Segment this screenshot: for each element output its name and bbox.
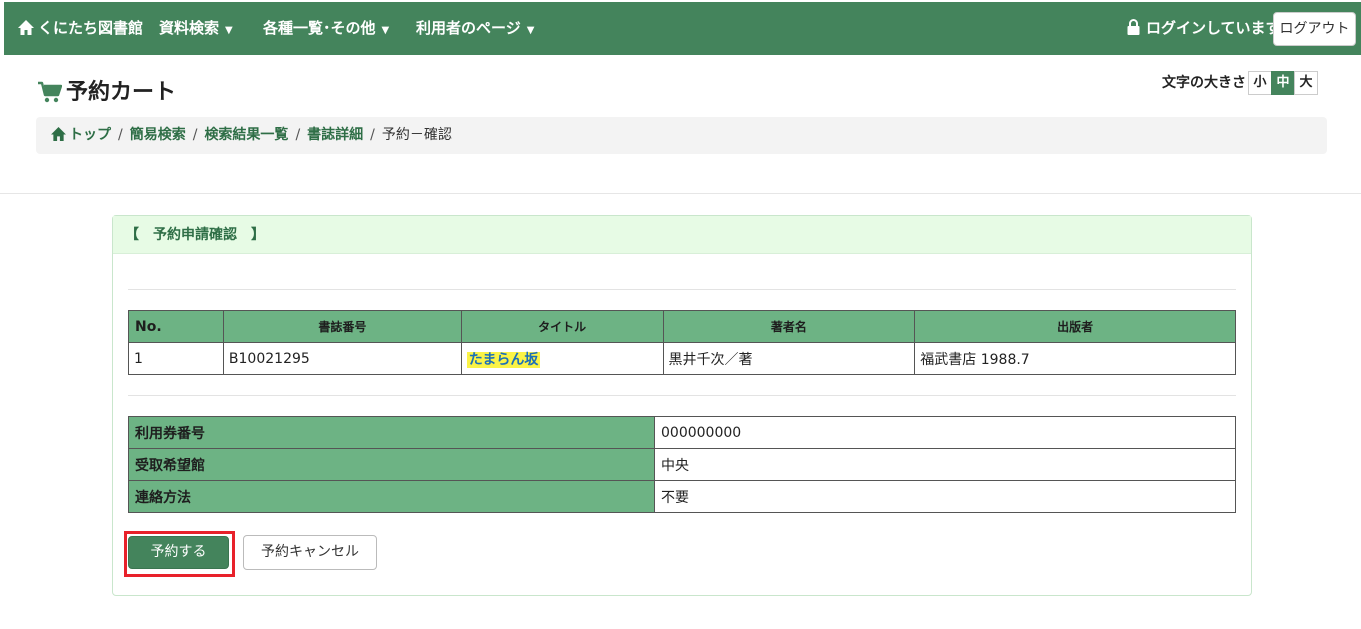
- breadcrumb: トップ / 簡易検索 / 検索結果一覧 / 書誌詳細 / 予約－確認: [36, 117, 1327, 154]
- cell-title: たまらん坂: [460, 342, 664, 375]
- reservation-info-table: 利用券番号 000000000 受取希望館 中央 連絡方法 不要: [128, 416, 1236, 513]
- pickup-library-value: 中央: [654, 448, 1236, 481]
- contact-method-label: 連絡方法: [128, 480, 655, 513]
- cancel-reservation-button[interactable]: 予約キャンセル: [243, 535, 377, 570]
- card-number-label: 利用券番号: [128, 416, 655, 449]
- breadcrumb-simple-search[interactable]: 簡易検索: [130, 127, 186, 143]
- cell-publisher: 福武書店 1988.7: [914, 342, 1236, 375]
- breadcrumb-top[interactable]: トップ: [69, 127, 111, 143]
- book-table: No. 書誌番号 タイトル 著者名 出版者 1 B10021295 たまらん坂 …: [128, 310, 1236, 375]
- breadcrumb-current: 予約－確認: [381, 127, 452, 143]
- nav-user-page-menu[interactable]: 利用者のページ ▼: [416, 2, 534, 55]
- caret-down-icon: ▼: [381, 25, 390, 36]
- font-size-small-button[interactable]: 小: [1248, 71, 1272, 95]
- card-number-value: 000000000: [654, 416, 1236, 449]
- reserve-button[interactable]: 予約する: [128, 536, 229, 569]
- col-header-title: タイトル: [460, 310, 664, 343]
- cell-bib-no: B10021295: [222, 342, 462, 375]
- cell-author: 黒井千次／著: [662, 342, 916, 375]
- nav-search-label: 資料検索: [159, 19, 220, 37]
- book-title-link[interactable]: たまらん坂: [466, 351, 541, 368]
- breadcrumb-search-results[interactable]: 検索結果一覧: [204, 127, 288, 143]
- pickup-library-label: 受取希望館: [128, 448, 655, 481]
- home-icon: [18, 4, 34, 57]
- divider: [128, 289, 1236, 290]
- home-link[interactable]: くにたち図書館: [18, 2, 143, 55]
- nav-lists-menu[interactable]: 各種一覧･その他 ▼: [263, 2, 389, 55]
- home-link-label: くにたち図書館: [38, 19, 144, 37]
- table-row: 連絡方法 不要: [128, 480, 1236, 513]
- divider: [128, 395, 1236, 396]
- home-icon: [51, 119, 66, 156]
- caret-down-icon: ▼: [526, 25, 535, 36]
- col-header-publisher: 出版者: [914, 310, 1236, 343]
- nav-search-menu[interactable]: 資料検索 ▼: [159, 2, 233, 55]
- login-status: ログインしています: [1127, 2, 1281, 55]
- table-row: 受取希望館 中央: [128, 448, 1236, 481]
- page-title: 予約カート: [38, 74, 177, 105]
- cell-no: 1: [128, 342, 224, 375]
- lock-icon: [1127, 4, 1140, 57]
- logout-button[interactable]: ログアウト: [1273, 12, 1356, 46]
- table-row: 利用券番号 000000000: [128, 416, 1236, 449]
- panel-heading: 【 予約申請確認 】: [113, 216, 1251, 254]
- col-header-bib-no: 書誌番号: [222, 310, 462, 343]
- caret-down-icon: ▼: [225, 25, 233, 36]
- nav-user-page-label: 利用者のページ: [416, 19, 521, 37]
- shopping-cart-icon: [38, 81, 63, 109]
- font-size-large-button[interactable]: 大: [1294, 71, 1318, 95]
- divider: [0, 193, 1361, 194]
- page-title-text: 予約カート: [66, 80, 177, 105]
- breadcrumb-bib-detail[interactable]: 書誌詳細: [307, 127, 363, 143]
- table-row: 1 B10021295 たまらん坂 黒井千次／著 福武書店 1988.7: [128, 342, 1236, 375]
- nav-lists-label: 各種一覧･その他: [263, 19, 376, 37]
- reservation-confirm-panel: 【 予約申請確認 】 No. 書誌番号 タイトル 著者名 出版者 1 B1002…: [112, 215, 1252, 596]
- col-header-author: 著者名: [662, 310, 916, 343]
- font-size-label: 文字の大きさ: [1162, 75, 1246, 91]
- top-navbar: くにたち図書館 資料検索 ▼ 各種一覧･その他 ▼ 利用者のページ ▼ ログインしてい…: [4, 2, 1361, 55]
- col-header-no: No.: [128, 310, 224, 343]
- book-table-header-row: No. 書誌番号 タイトル 著者名 出版者: [128, 310, 1236, 343]
- login-status-text: ログインしています: [1146, 19, 1281, 37]
- font-size-medium-button[interactable]: 中: [1271, 71, 1295, 95]
- font-size-selector: 文字の大きさ小中大: [1162, 71, 1318, 95]
- contact-method-value: 不要: [654, 480, 1236, 513]
